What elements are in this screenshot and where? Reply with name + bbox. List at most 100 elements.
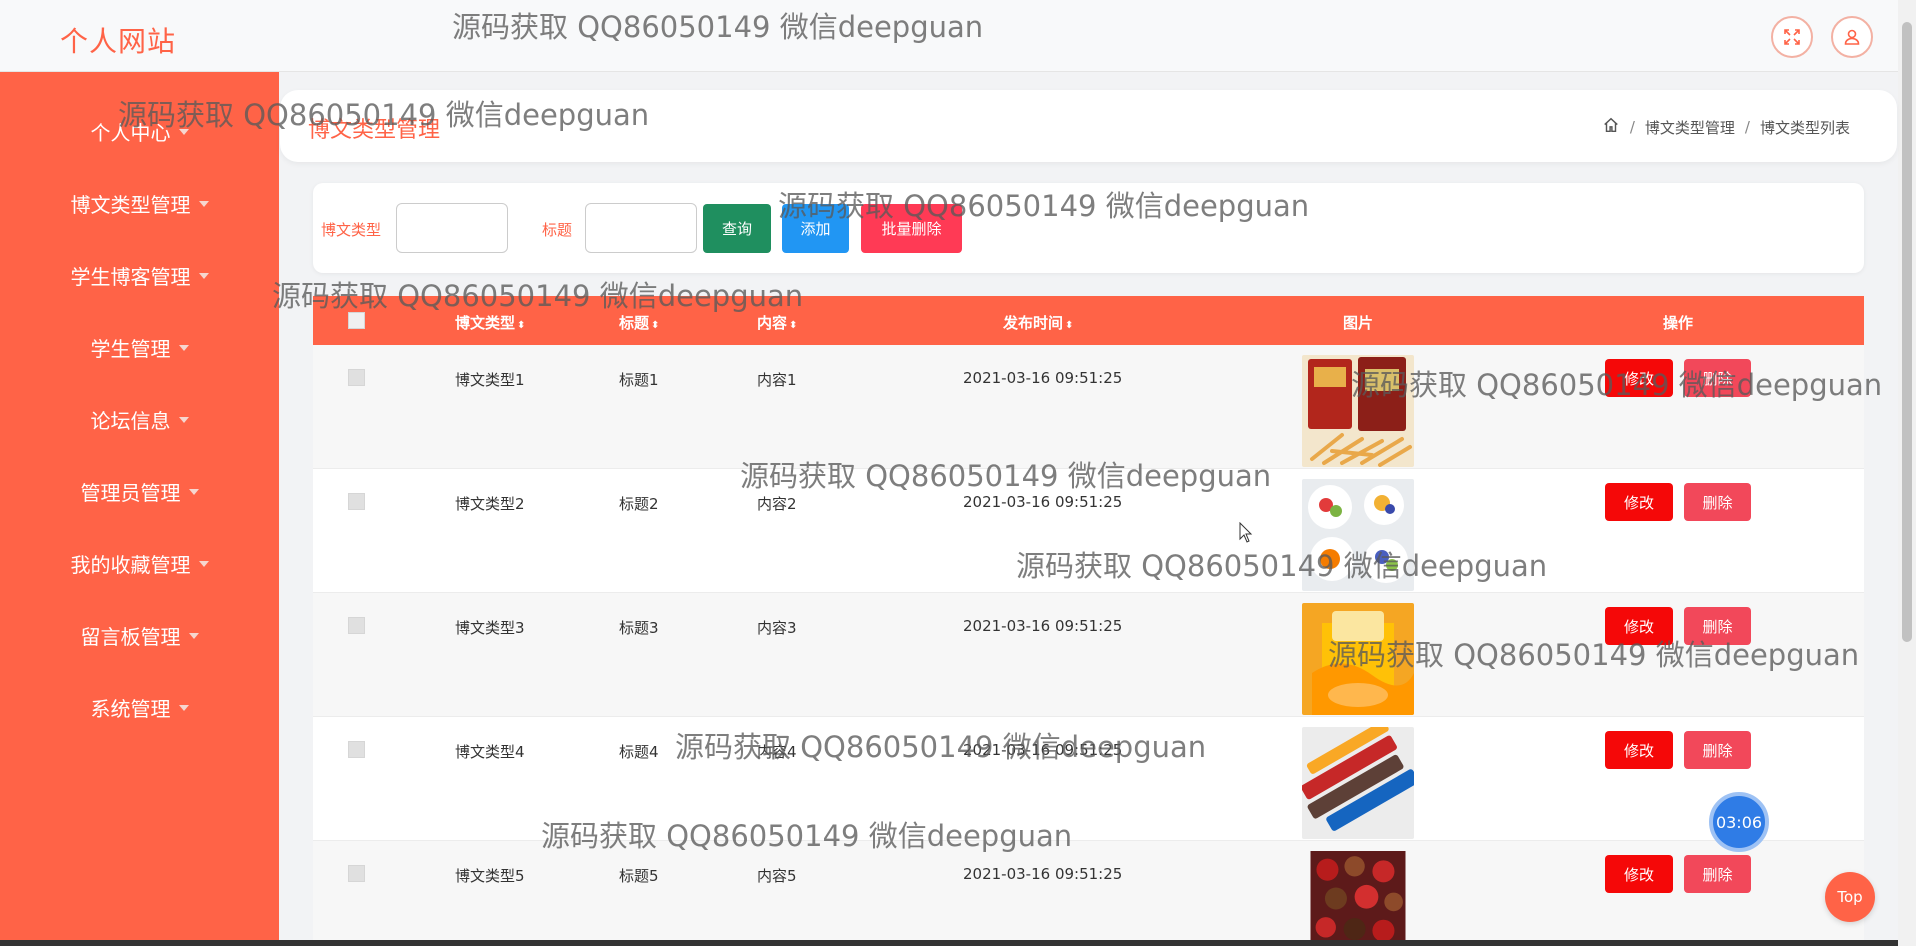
sidebar-item-forum[interactable]: 论坛信息 [0, 399, 279, 439]
sidebar: 个人中心 博文类型管理 学生博客管理 学生管理 论坛信息 管理员管理 我的收藏管… [0, 72, 279, 946]
type-label: 博文类型 [321, 221, 382, 239]
sidebar-item-label: 学生管理 [90, 336, 171, 361]
cell-content: 内容2 [757, 495, 797, 513]
cell-type: 博文类型5 [455, 867, 525, 885]
sidebar-item-label: 管理员管理 [80, 480, 181, 505]
bottom-edge [0, 940, 1898, 946]
snack-fries-image[interactable] [1302, 355, 1414, 467]
cell-content: 内容1 [757, 371, 797, 389]
sidebar-item-label: 学生博客管理 [70, 264, 191, 289]
timer-badge[interactable]: 03:06 [1709, 792, 1769, 852]
cell-title: 标题4 [619, 743, 659, 761]
user-icon[interactable] [1831, 16, 1873, 58]
edit-button[interactable]: 修改 [1605, 359, 1673, 397]
cell-type: 博文类型1 [455, 371, 525, 389]
cell-time: 2021-03-16 09:51:25 [963, 617, 1123, 635]
cell-time: 2021-03-16 09:51:25 [963, 865, 1123, 883]
row-checkbox[interactable] [348, 617, 365, 634]
edit-button[interactable]: 修改 [1605, 483, 1673, 521]
caret-down-icon [198, 561, 209, 567]
page-header-card: 博文类型管理 / 博文类型管理 / 博文类型列表 [280, 90, 1897, 162]
cell-time: 2021-03-16 09:51:25 [963, 369, 1123, 387]
table-row: 博文类型1 标题1 内容1 2021-03-16 09:51:25 修改 删除 [313, 345, 1864, 469]
sidebar-item-label: 博文类型管理 [70, 192, 191, 217]
search-form: 博文类型 标题 查询 添加 批量删除 [313, 183, 1864, 273]
table-row: 博文类型3 标题3 内容3 2021-03-16 09:51:25 修改 删除 [313, 593, 1864, 717]
cell-title: 标题1 [619, 371, 659, 389]
chocolates-image[interactable] [1302, 851, 1414, 946]
row-checkbox[interactable] [348, 369, 365, 386]
breadcrumb-separator: / [1629, 118, 1635, 136]
batch-delete-button[interactable]: 批量删除 [861, 204, 962, 253]
cell-content: 内容5 [757, 867, 797, 885]
sidebar-item-favorites[interactable]: 我的收藏管理 [0, 543, 279, 583]
sidebar-item-message-board[interactable]: 留言板管理 [0, 615, 279, 655]
fullscreen-icon[interactable] [1771, 16, 1813, 58]
table-row: 博文类型4 标题4 内容4 2021-03-16 09:51:25 修改 删除 [313, 717, 1864, 841]
column-header-title[interactable]: 标题 ⬍ [619, 312, 659, 333]
top-bar: 个人网站 [0, 0, 1898, 72]
candy-bars-image[interactable] [1302, 727, 1414, 839]
sort-icon[interactable]: ⬍ [1065, 320, 1073, 331]
cell-title: 标题5 [619, 867, 659, 885]
sidebar-item-label: 系统管理 [90, 696, 171, 721]
title-input[interactable] [585, 203, 697, 253]
sort-icon[interactable]: ⬍ [651, 320, 659, 331]
mouse-cursor-icon [1239, 522, 1253, 543]
cell-time: 2021-03-16 09:51:25 [963, 741, 1123, 759]
sort-icon[interactable]: ⬍ [517, 320, 525, 331]
breadcrumb-item-current: 博文类型列表 [1759, 118, 1850, 137]
select-all-checkbox[interactable] [348, 312, 365, 329]
scrollbar-thumb[interactable] [1902, 22, 1912, 642]
delete-button[interactable]: 删除 [1684, 359, 1751, 397]
delete-button[interactable]: 删除 [1684, 855, 1751, 893]
caret-down-icon [188, 633, 199, 639]
sidebar-item-system[interactable]: 系统管理 [0, 687, 279, 727]
sidebar-item-label: 个人中心 [90, 120, 171, 145]
sort-icon[interactable]: ⬍ [789, 320, 797, 331]
edit-button[interactable]: 修改 [1605, 607, 1673, 645]
edit-button[interactable]: 修改 [1605, 855, 1673, 893]
column-header-content[interactable]: 内容 ⬍ [757, 312, 797, 333]
cell-title: 标题3 [619, 619, 659, 637]
table-header: 博文类型 ⬍ 标题 ⬍ 内容 ⬍ 发布时间 ⬍ 图片 操作 [313, 296, 1864, 345]
add-button[interactable]: 添加 [782, 204, 849, 253]
table-row: 博文类型5 标题5 内容5 2021-03-16 09:51:25 修改 删除 [313, 841, 1864, 946]
sidebar-item-students[interactable]: 学生管理 [0, 327, 279, 367]
site-title: 个人网站 [60, 25, 177, 58]
breadcrumb-separator: / [1744, 118, 1750, 136]
caret-down-icon [198, 201, 209, 207]
type-input[interactable] [396, 203, 508, 253]
sidebar-item-personal-center[interactable]: 个人中心 [0, 111, 279, 151]
row-checkbox[interactable] [348, 493, 365, 510]
fruit-bowls-image[interactable] [1302, 479, 1414, 591]
sidebar-item-label: 留言板管理 [80, 624, 181, 649]
page-title: 博文类型管理 [308, 118, 441, 143]
cell-content: 内容3 [757, 619, 797, 637]
chips-cup-image[interactable] [1302, 603, 1414, 715]
delete-button[interactable]: 删除 [1684, 483, 1751, 521]
cell-content: 内容4 [757, 743, 797, 761]
edit-button[interactable]: 修改 [1605, 731, 1673, 769]
column-header-type[interactable]: 博文类型 ⬍ [455, 312, 525, 333]
delete-button[interactable]: 删除 [1684, 607, 1751, 645]
home-icon[interactable] [1602, 116, 1620, 138]
caret-down-icon [178, 417, 189, 423]
row-checkbox[interactable] [348, 741, 365, 758]
back-to-top-button[interactable]: Top [1825, 872, 1875, 922]
sidebar-item-admins[interactable]: 管理员管理 [0, 471, 279, 511]
caret-down-icon [178, 129, 189, 135]
caret-down-icon [188, 489, 199, 495]
breadcrumb: / 博文类型管理 / 博文类型列表 [1602, 116, 1850, 138]
sidebar-item-student-blog[interactable]: 学生博客管理 [0, 255, 279, 295]
query-button[interactable]: 查询 [703, 204, 771, 253]
sidebar-item-blog-type[interactable]: 博文类型管理 [0, 183, 279, 223]
row-checkbox[interactable] [348, 865, 365, 882]
breadcrumb-item[interactable]: 博文类型管理 [1645, 117, 1735, 138]
sidebar-item-label: 论坛信息 [90, 408, 171, 433]
delete-button[interactable]: 删除 [1684, 731, 1751, 769]
column-header-time[interactable]: 发布时间 ⬍ [1003, 312, 1073, 333]
cell-time: 2021-03-16 09:51:25 [963, 493, 1123, 511]
cell-type: 博文类型3 [455, 619, 525, 637]
table-row: 博文类型2 标题2 内容2 2021-03-16 09:51:25 修改 删除 [313, 469, 1864, 593]
